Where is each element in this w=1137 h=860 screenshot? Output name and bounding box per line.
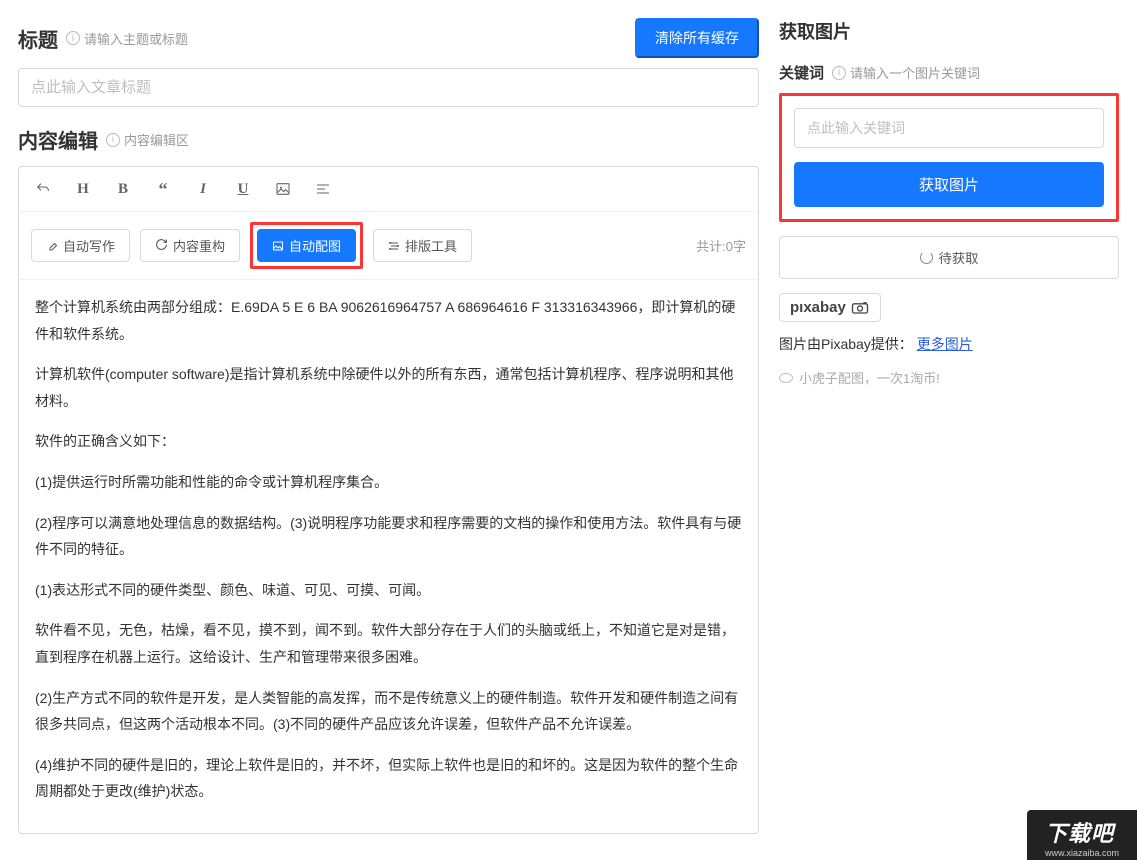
content-paragraph: 软件的正确含义如下： xyxy=(35,428,742,455)
provider-text: 图片由Pixabay提供： 更多图片 xyxy=(779,334,1119,354)
bold-icon[interactable]: B xyxy=(109,175,137,203)
spinner-icon xyxy=(920,251,933,264)
pixabay-badge: pıxabay xyxy=(779,293,881,322)
highlight-auto-image: 自动配图 xyxy=(250,222,363,269)
auto-write-button[interactable]: 自动写作 xyxy=(31,229,130,262)
content-paragraph: 计算机软件(computer software)是指计算机系统中除硬件以外的所有… xyxy=(35,361,742,414)
highlight-keyword-box: 获取图片 xyxy=(779,93,1119,222)
article-title-input[interactable] xyxy=(18,68,759,107)
title-section-label: 标题 xyxy=(18,24,58,53)
watermark: 下载吧 www.xiazaiba.com xyxy=(1027,810,1137,860)
more-images-link[interactable]: 更多图片 xyxy=(917,336,973,352)
info-icon: i xyxy=(832,66,846,80)
image-icon[interactable] xyxy=(269,175,297,203)
content-paragraph: 整个计算机系统由两部分组成：E.69DA 5 E 6 BA 9062616964… xyxy=(35,294,742,347)
word-count: 共计:0字 xyxy=(696,236,746,255)
undo-icon[interactable] xyxy=(29,175,57,203)
editor-toolbar: H B “ I U xyxy=(19,167,758,212)
content-hint: 内容编辑区 xyxy=(124,130,189,149)
side-title: 获取图片 xyxy=(779,18,1119,44)
editor: H B “ I U 自动写作 内容重构 xyxy=(18,166,759,834)
underline-icon[interactable]: U xyxy=(229,175,257,203)
pending-button[interactable]: 待获取 xyxy=(779,236,1119,279)
fetch-image-button[interactable]: 获取图片 xyxy=(794,162,1104,207)
content-paragraph: (2)程序可以满意地处理信息的数据结构。(3)说明程序功能要求和程序需要的文档的… xyxy=(35,510,742,563)
content-paragraph: (2)生产方式不同的软件是开发，是人类智能的高发挥，而不是传统意义上的硬件制造。… xyxy=(35,685,742,738)
heading-icon[interactable]: H xyxy=(69,175,97,203)
align-left-icon[interactable] xyxy=(309,175,337,203)
coin-icon xyxy=(779,373,793,383)
content-paragraph: 软件看不见，无色，枯燥，看不见，摸不到，闻不到。软件大部分存在于人们的头脑或纸上… xyxy=(35,617,742,670)
keyword-hint: 请输入一个图片关键词 xyxy=(850,63,980,82)
content-paragraph: (1)提供运行时所需功能和性能的命令或计算机程序集合。 xyxy=(35,469,742,496)
restructure-button[interactable]: 内容重构 xyxy=(140,229,240,262)
layout-tool-button[interactable]: 排版工具 xyxy=(373,229,472,262)
content-paragraph: (1)表达形式不同的硬件类型、颜色、味道、可见、可摸、可闻。 xyxy=(35,577,742,604)
content-paragraph: (4)维护不同的硬件是旧的，理论上软件是旧的，并不坏，但实际上软件也是旧的和坏的… xyxy=(35,752,742,805)
title-hint: 请输入主题或标题 xyxy=(84,29,188,48)
italic-icon[interactable]: I xyxy=(189,175,217,203)
content-section-label: 内容编辑 xyxy=(18,125,98,154)
auto-image-button[interactable]: 自动配图 xyxy=(257,229,356,262)
keyword-input[interactable] xyxy=(794,108,1104,148)
editor-content[interactable]: 整个计算机系统由两部分组成：E.69DA 5 E 6 BA 9062616964… xyxy=(19,280,758,833)
keyword-label: 关键词 xyxy=(779,62,824,83)
info-icon: i xyxy=(66,31,80,45)
quote-icon[interactable]: “ xyxy=(149,175,177,203)
footer-note: 小虎子配图，一次1淘币! xyxy=(779,368,1119,387)
clear-cache-button[interactable]: 清除所有缓存 xyxy=(635,18,759,58)
info-icon: i xyxy=(106,133,120,147)
